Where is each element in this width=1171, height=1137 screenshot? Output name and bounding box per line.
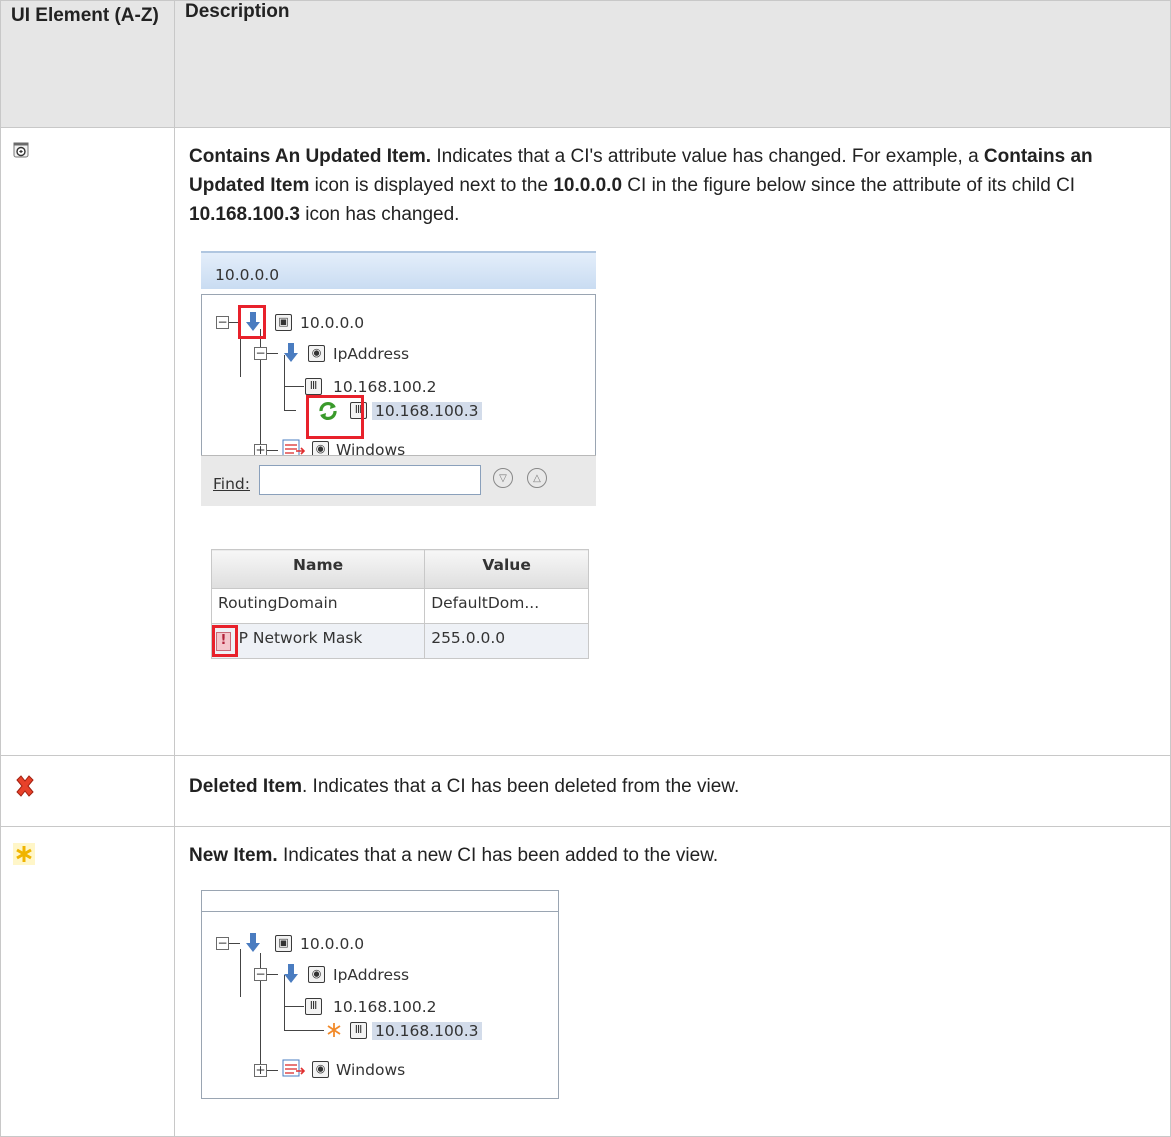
host-icon: ▣ xyxy=(275,314,292,331)
tree-node-label[interactable]: IpAddress xyxy=(333,963,409,987)
ui-element-cell xyxy=(0,755,175,827)
tree-node-label: 10.168.100.3 xyxy=(372,1022,482,1040)
table-row[interactable]: ! IP Network Mask 255.0.0.0 xyxy=(210,623,589,659)
term-contains-updated-item: Contains An Updated Item. xyxy=(189,146,432,167)
highlight-box xyxy=(306,395,364,439)
list-arrow-icon xyxy=(282,1059,306,1077)
ui-element-cell xyxy=(0,826,175,1137)
properties-table: Name Value RoutingDomain DefaultDom... !… xyxy=(210,549,589,659)
down-arrow-icon xyxy=(284,964,298,983)
table-row: Contains An Updated Item. Indicates that… xyxy=(0,127,1171,756)
property-name-cell: ! IP Network Mask xyxy=(210,623,426,659)
find-previous-icon[interactable]: △ xyxy=(527,468,547,488)
column-header-ui-element: UI Element (A-Z) xyxy=(0,0,175,128)
description-cell: Contains An Updated Item. Indicates that… xyxy=(174,127,1171,756)
expand-icon[interactable]: + xyxy=(254,1064,267,1077)
table-row: New Item. Indicates that a new CI has be… xyxy=(0,826,1171,1137)
tree-node-label[interactable]: IpAddress xyxy=(333,342,409,366)
ci-icon: ◉ xyxy=(312,1061,329,1078)
table-header-row: UI Element (A-Z) Description xyxy=(0,0,1171,128)
highlight-box xyxy=(212,625,238,657)
description-fragment: CI in the figure below since the attribu… xyxy=(622,175,1076,196)
term-new-item: New Item. xyxy=(189,845,278,866)
figure-updated-item: 10.0.0.0 − ▣ 10.0.0.0 − ◉ IpAddress Ⅲ 10… xyxy=(201,251,596,659)
ip-address-icon: Ⅲ xyxy=(350,1022,367,1039)
tree-node-label: 10.168.100.3 xyxy=(372,402,482,420)
properties-header-value[interactable]: Value xyxy=(424,549,589,589)
find-input[interactable] xyxy=(259,465,481,495)
properties-header-name[interactable]: Name xyxy=(210,549,426,589)
ip-address-icon: Ⅲ xyxy=(305,378,322,395)
property-name: IP Network Mask xyxy=(234,629,363,647)
find-next-icon[interactable]: ▽ xyxy=(493,468,513,488)
tree-node-label-selected[interactable]: 10.168.100.3 xyxy=(372,1019,482,1043)
ui-elements-table: UI Element (A-Z) Description Contains An… xyxy=(0,0,1171,1137)
find-bar: Find: ▽ △ xyxy=(201,455,596,506)
term-deleted-item: Deleted Item xyxy=(189,776,302,797)
tree-node-label[interactable]: 10.0.0.0 xyxy=(300,311,364,335)
collapse-icon[interactable]: − xyxy=(254,347,267,360)
tree-node-label[interactable]: 10.0.0.0 xyxy=(300,932,364,956)
ip-address-icon: Ⅲ xyxy=(305,998,322,1015)
tree-panel: − ▣ 10.0.0.0 − ◉ IpAddress Ⅲ 10.168.100.… xyxy=(201,890,559,1099)
ui-element-cell xyxy=(0,127,175,756)
ci-icon: ◉ xyxy=(308,966,325,983)
collapse-icon[interactable]: − xyxy=(216,316,229,329)
description-fragment: icon has changed. xyxy=(299,204,460,225)
down-arrow-icon xyxy=(246,933,260,952)
tree-node-label[interactable]: 10.168.100.2 xyxy=(333,995,437,1019)
highlight-box xyxy=(238,305,266,339)
description-fragment: Indicates that a CI's attribute value ha… xyxy=(431,146,984,167)
properties-header-row: Name Value xyxy=(210,549,589,589)
property-name: RoutingDomain xyxy=(210,588,426,624)
panel-header-line xyxy=(202,891,558,912)
tree-node-label-selected[interactable]: 10.168.100.3 xyxy=(372,399,482,423)
deleted-item-icon xyxy=(16,775,34,797)
new-item-icon xyxy=(327,1023,341,1037)
ci-icon: ◉ xyxy=(308,345,325,362)
host-icon: ▣ xyxy=(275,935,292,952)
collapse-icon[interactable]: − xyxy=(254,968,267,981)
tree-panel: − ▣ 10.0.0.0 − ◉ IpAddress Ⅲ 10.168.100.… xyxy=(201,294,596,459)
find-label: Find: xyxy=(213,475,250,493)
figure-new-item: − ▣ 10.0.0.0 − ◉ IpAddress Ⅲ 10.168.100.… xyxy=(201,890,559,1099)
table-row[interactable]: RoutingDomain DefaultDom... xyxy=(210,588,589,624)
description-cell: Deleted Item. Indicates that a CI has be… xyxy=(174,755,1171,827)
collapse-icon[interactable]: − xyxy=(216,937,229,950)
term-inline: 10.168.100.3 xyxy=(189,204,300,225)
description-text: Contains An Updated Item. Indicates that… xyxy=(189,142,1156,229)
description-fragment: icon is displayed next to the xyxy=(309,175,554,196)
down-arrow-icon xyxy=(284,343,298,362)
column-header-description: Description xyxy=(174,0,1171,128)
property-value: 255.0.0.0 xyxy=(424,623,589,659)
description-cell: New Item. Indicates that a new CI has be… xyxy=(174,826,1171,1137)
contains-updated-item-icon xyxy=(13,142,29,158)
view-title: 10.0.0.0 xyxy=(215,266,280,284)
view-title-bar: 10.0.0.0 xyxy=(201,251,596,289)
tree-node-label[interactable]: Windows xyxy=(336,1058,405,1082)
property-value: DefaultDom... xyxy=(424,588,589,624)
term-inline: 10.0.0.0 xyxy=(553,175,623,196)
description-text: Indicates that a new CI has been added t… xyxy=(277,845,719,866)
description-text: . Indicates that a CI has been deleted f… xyxy=(301,776,740,797)
new-item-icon xyxy=(13,843,35,865)
table-row: Deleted Item. Indicates that a CI has be… xyxy=(0,755,1171,827)
